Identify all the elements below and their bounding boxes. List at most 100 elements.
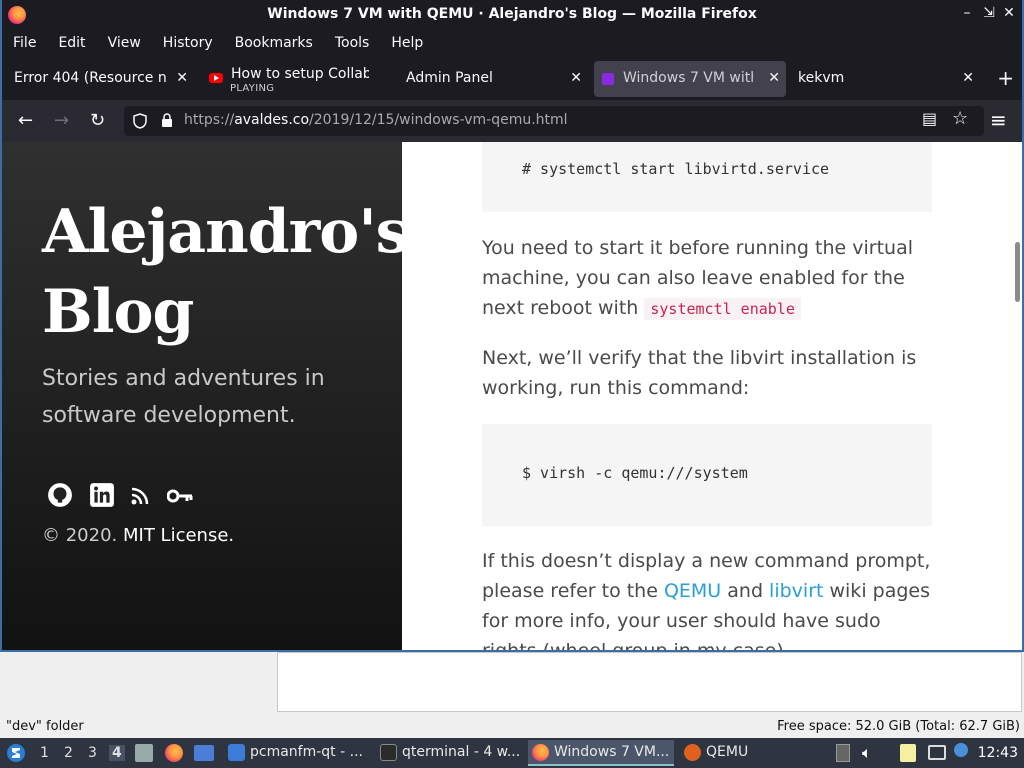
task-label: qterminal - 4 w...	[402, 744, 521, 760]
close-button[interactable]: ✕	[1000, 5, 1018, 21]
folder-status: "dev" folder	[6, 719, 84, 734]
workspace-2[interactable]: 2	[64, 745, 73, 761]
url-host: avaldes.co	[234, 112, 310, 128]
new-tab-button[interactable]: +	[997, 66, 1014, 90]
menu-edit[interactable]: Edit	[47, 35, 96, 51]
task-qterminal[interactable]: qterminal - 4 w...	[376, 740, 522, 766]
site-favicon-icon	[602, 73, 614, 85]
taskbar: 1 2 3 4 pcmanfm-qt - ... qterminal - 4 w…	[0, 738, 1024, 768]
url-bar[interactable]: https://avaldes.co/2019/12/15/windows-vm…	[124, 106, 984, 136]
file-list-area[interactable]	[277, 652, 1022, 712]
tab-error-404[interactable]: Error 404 (Resource not found) ✕	[4, 61, 194, 97]
tab-close-icon[interactable]: ✕	[768, 70, 780, 86]
tab-admin-panel[interactable]: Admin Panel ✕	[396, 61, 588, 97]
workspace-3[interactable]: 3	[88, 745, 97, 761]
url-prefix: https://	[184, 112, 235, 128]
clipboard-icon[interactable]	[900, 744, 916, 762]
tab-playing-label: PLAYING	[230, 83, 275, 94]
url-text[interactable]: https://avaldes.co/2019/12/15/windows-vm…	[184, 112, 568, 128]
blog-title-line2: Blog	[42, 277, 194, 347]
menu-history[interactable]: History	[152, 35, 224, 51]
scrollbar-thumb[interactable]	[1015, 242, 1020, 302]
show-desktop-icon[interactable]	[836, 744, 850, 762]
back-button[interactable]: ←	[18, 110, 33, 131]
terminal-icon	[380, 744, 397, 761]
blog-title[interactable]: Alejandro's Blog	[42, 192, 409, 352]
free-space-status: Free space: 52.0 GiB (Total: 62.7 GiB)	[777, 719, 1020, 734]
code-line: # systemctl start libvirtd.service	[522, 160, 830, 178]
task-firefox[interactable]: Windows 7 VM...	[528, 740, 674, 766]
menu-view[interactable]: View	[97, 35, 152, 51]
network-icon[interactable]	[928, 745, 946, 760]
url-path: /2019/12/15/windows-vm-qemu.html	[309, 112, 568, 128]
youtube-icon	[209, 73, 223, 83]
license-link[interactable]: MIT License.	[123, 525, 234, 546]
paragraph-verify: Next, we’ll verify that the libvirt inst…	[482, 347, 917, 399]
key-icon[interactable]	[167, 488, 193, 504]
task-label: QEMU	[706, 744, 749, 760]
menu-help[interactable]: Help	[380, 35, 434, 51]
tab-close-icon[interactable]: ✕	[176, 70, 188, 86]
file-manager-launcher-icon[interactable]	[135, 744, 153, 762]
tab-windows7-vm[interactable]: Windows 7 VM with QEMU ✕	[594, 61, 786, 97]
file-manager-statusbar: "dev" folder Free space: 52.0 GiB (Total…	[0, 716, 1024, 738]
update-notifier-icon[interactable]	[954, 743, 968, 757]
title-bar: Windows 7 VM with QEMU · Alejandro's Blo…	[2, 0, 1022, 30]
firefox-icon	[532, 744, 549, 761]
paragraph-more-info: If this doesn’t display a new command pr…	[482, 546, 932, 650]
menu-bookmarks[interactable]: Bookmarks	[224, 35, 324, 51]
blog-sidebar: Alejandro's Blog Stories and adventures …	[2, 142, 409, 650]
page-scrollbar[interactable]	[1012, 142, 1022, 650]
file-manager-window: "dev" folder Free space: 52.0 GiB (Total…	[0, 652, 1024, 742]
workspace-1[interactable]: 1	[40, 745, 49, 761]
forward-button[interactable]: →	[54, 110, 69, 131]
tab-close-icon[interactable]: ✕	[962, 70, 974, 86]
reader-view-icon[interactable]: ▤	[922, 109, 937, 128]
article-content: # systemctl start libvirtd.service You n…	[402, 142, 1012, 650]
desktop-launcher-icon[interactable]	[194, 745, 214, 761]
shield-icon[interactable]	[132, 113, 148, 129]
tab-kekvm[interactable]: kekvm ✕	[788, 61, 980, 97]
clock[interactable]: 12:43	[978, 745, 1018, 761]
code-line: $ virsh -c qemu:///system	[522, 464, 748, 482]
menu-bar: File Edit View History Bookmarks Tools H…	[2, 30, 1022, 56]
paragraph-text: and	[721, 580, 770, 602]
folder-icon	[228, 744, 245, 761]
task-pcmanfm[interactable]: pcmanfm-qt - ...	[224, 740, 370, 766]
code-block-systemctl: # systemctl start libvirtd.service	[482, 142, 932, 212]
menu-tools[interactable]: Tools	[324, 35, 381, 51]
menu-file[interactable]: File	[2, 35, 47, 51]
window-title: Windows 7 VM with QEMU · Alejandro's Blo…	[267, 6, 757, 22]
volume-icon[interactable]: 🔈︎	[862, 743, 872, 763]
qemu-link[interactable]: QEMU	[664, 580, 721, 602]
firefox-window: Windows 7 VM with QEMU · Alejandro's Blo…	[0, 0, 1024, 652]
reload-button[interactable]: ↻	[90, 110, 105, 131]
task-label: Windows 7 VM...	[554, 744, 670, 760]
github-icon[interactable]	[47, 482, 73, 508]
linkedin-icon[interactable]	[89, 482, 115, 508]
workspace-4[interactable]: 4	[109, 745, 125, 761]
lock-icon[interactable]	[161, 113, 173, 127]
tab-close-icon[interactable]: ✕	[570, 70, 582, 86]
firefox-launcher-icon[interactable]	[165, 744, 183, 762]
blog-title-line1: Alejandro's	[42, 197, 409, 267]
tab-label: Error 404 (Resource not found)	[14, 70, 166, 86]
rss-icon[interactable]	[130, 486, 150, 506]
copyright-text: © 2020. MIT License.	[42, 525, 234, 546]
libvirt-link[interactable]: libvirt	[769, 580, 823, 602]
tab-label: Windows 7 VM with QEMU	[623, 70, 753, 86]
tab-label: Admin Panel	[406, 70, 493, 86]
desktop: Windows 7 VM with QEMU · Alejandro's Blo…	[0, 0, 1024, 768]
navigation-bar: ← → ↻ https://avaldes.co/2019/12/15/wind…	[2, 100, 1022, 142]
task-qemu[interactable]: QEMU	[680, 740, 826, 766]
tab-collabora[interactable]: How to setup Collabora PLAYING	[200, 61, 390, 97]
minimize-button[interactable]: –	[958, 5, 976, 21]
restore-button[interactable]: ⇲	[980, 5, 998, 21]
hamburger-menu-icon[interactable]: ≡	[990, 108, 1007, 132]
tab-bar: Error 404 (Resource not found) ✕ How to …	[2, 58, 1022, 100]
bookmark-star-icon[interactable]: ☆	[952, 108, 968, 129]
blog-tagline: Stories and adventures in software devel…	[42, 366, 325, 428]
start-menu-icon[interactable]	[6, 743, 26, 763]
task-label: pcmanfm-qt - ...	[250, 744, 363, 760]
tab-label: kekvm	[798, 70, 845, 86]
